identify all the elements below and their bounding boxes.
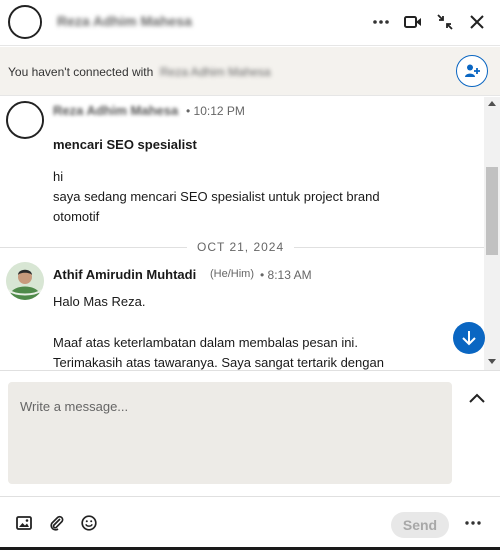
jump-to-latest-button[interactable] <box>453 322 485 354</box>
scroll-down-arrow-icon[interactable] <box>488 359 496 364</box>
message-line: saya sedang mencari SEO spesialist untuk… <box>53 189 380 204</box>
message-list[interactable]: Reza Adhim Mahesa • 10:12 PM mencari SEO… <box>0 97 484 370</box>
date-separator-label: OCT 21, 2024 <box>187 240 295 254</box>
message-input[interactable] <box>8 382 452 484</box>
attach-image-button[interactable] <box>12 511 36 535</box>
sender-avatar-athif[interactable] <box>6 262 44 300</box>
connection-banner: You haven't connected with Reza Adhim Ma… <box>0 47 500 96</box>
message-line: Terimakasih atas tawaranya. Saya sangat … <box>53 355 384 370</box>
minimize-icon <box>437 14 453 30</box>
banner-contact-name: Reza Adhim Mahesa <box>160 65 271 79</box>
compose-options-button[interactable] <box>461 511 485 535</box>
message-line: Maaf atas keterlambatan dalam membalas p… <box>53 335 358 350</box>
message-line: hi <box>53 169 64 184</box>
image-icon <box>16 516 32 530</box>
scroll-up-arrow-icon[interactable] <box>488 101 496 106</box>
contact-name[interactable]: Reza Adhim Mahesa <box>57 13 192 29</box>
connect-button[interactable] <box>456 55 488 87</box>
video-call-button[interactable] <box>398 8 428 36</box>
conversation-header: Reza Adhim Mahesa <box>0 0 500 46</box>
message-sender[interactable]: Athif Amirudin Muhtadi <box>53 267 196 282</box>
attach-file-button[interactable] <box>45 511 69 535</box>
video-call-icon <box>404 16 421 28</box>
close-button[interactable] <box>462 8 492 36</box>
message-subject: mencari SEO spesialist <box>53 137 197 152</box>
emoji-icon <box>81 515 97 531</box>
message-time: • 8:13 AM <box>260 268 312 282</box>
compose-area <box>0 370 500 496</box>
close-icon <box>470 15 484 29</box>
sender-avatar[interactable] <box>6 101 44 139</box>
minimize-button[interactable] <box>430 8 460 36</box>
add-person-icon <box>465 64 480 77</box>
more-horizontal-icon <box>373 20 389 24</box>
emoji-button[interactable] <box>77 511 101 535</box>
expand-compose-button[interactable] <box>465 389 489 407</box>
sender-pronoun: (He/Him) <box>210 268 254 280</box>
compose-toolbar: Send <box>0 496 500 550</box>
message-sender[interactable]: Reza Adhim Mahesa <box>53 103 178 118</box>
message-time: • 10:12 PM <box>186 104 245 118</box>
more-options-button[interactable] <box>366 8 396 36</box>
message-line: otomotif <box>53 209 100 224</box>
chevron-up-icon <box>469 393 485 403</box>
scrollbar-thumb[interactable] <box>486 167 498 255</box>
message-line: Halo Mas Reza. <box>53 294 146 309</box>
more-horizontal-icon <box>465 521 481 525</box>
banner-text: You haven't connected with <box>8 65 154 79</box>
message-scrollbar[interactable] <box>484 97 500 370</box>
contact-avatar[interactable] <box>8 5 42 39</box>
arrow-down-icon <box>462 331 476 346</box>
send-button[interactable]: Send <box>391 512 449 538</box>
paperclip-icon <box>50 515 64 531</box>
